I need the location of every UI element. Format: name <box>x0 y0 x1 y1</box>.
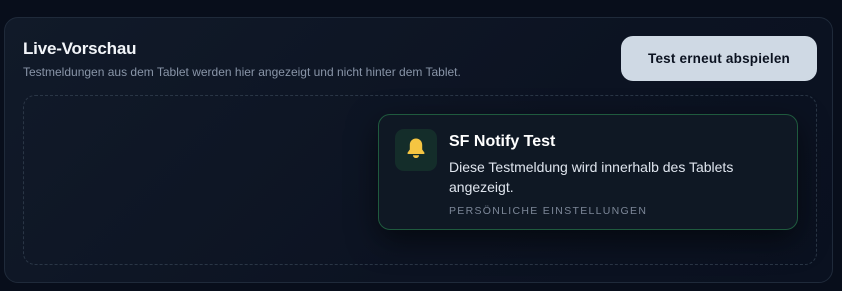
notification-icon-container <box>395 129 437 171</box>
replay-test-button[interactable]: Test erneut abspielen <box>621 36 817 81</box>
notification-toast[interactable]: SF Notify Test Diese Testmeldung wird in… <box>378 114 798 230</box>
panel-title: Live-Vorschau <box>23 39 137 58</box>
bell-icon <box>406 137 426 164</box>
notification-category: PERSÖNLICHE EINSTELLUNGEN <box>449 205 648 217</box>
notification-title: SF Notify Test <box>449 133 556 150</box>
notification-message: Diese Testmeldung wird innerhalb des Tab… <box>449 159 734 195</box>
notification-preview-area: SF Notify Test Diese Testmeldung wird in… <box>23 95 817 265</box>
live-preview-panel: Live-Vorschau Testmeldungen aus dem Tabl… <box>4 17 833 283</box>
panel-subtitle: Testmeldungen aus dem Tablet werden hier… <box>23 65 461 79</box>
